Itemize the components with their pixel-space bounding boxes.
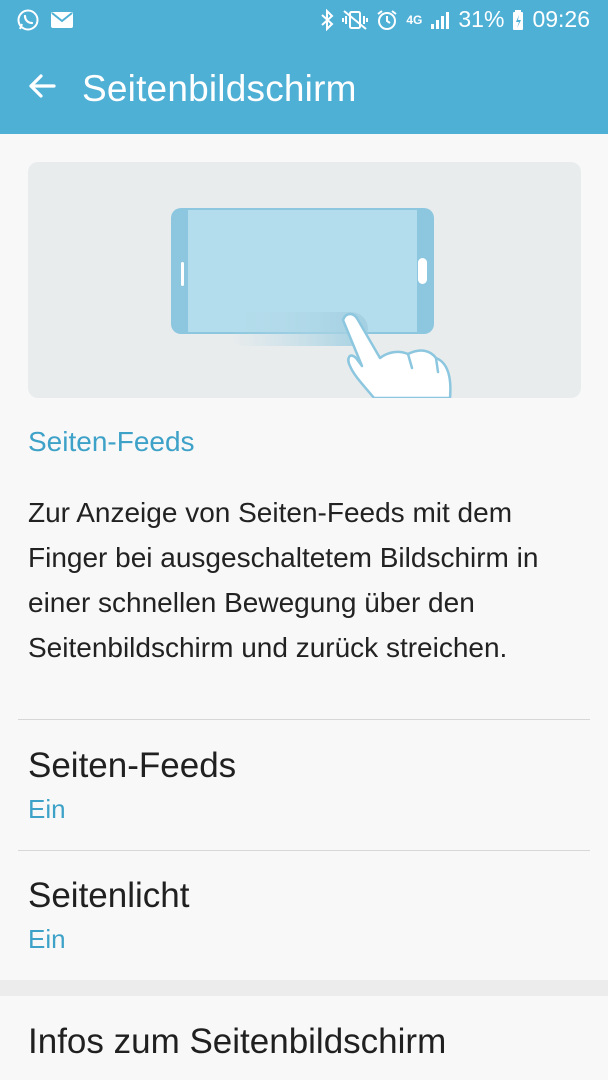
- setting-side-feeds[interactable]: Seiten-Feeds Ein: [0, 746, 608, 850]
- divider: [18, 850, 590, 851]
- signal-icon: [430, 10, 450, 30]
- battery-charging-icon: [512, 9, 524, 31]
- divider: [18, 719, 590, 720]
- setting-status: Ein: [28, 794, 66, 824]
- status-bar: 4G 31% 09:26: [0, 0, 608, 42]
- bluetooth-icon: [320, 8, 334, 31]
- whatsapp-icon: [16, 8, 40, 32]
- description-text: Zur Anzeige von Seiten-Feeds mit dem Fin…: [28, 497, 539, 663]
- group-separator: [0, 980, 608, 996]
- alarm-icon: [376, 9, 398, 31]
- about-edge-screen-item[interactable]: Infos zum Seitenbildschirm: [0, 996, 608, 1080]
- clock: 09:26: [532, 6, 590, 32]
- setting-status: Ein: [28, 924, 66, 954]
- edge-screen-illustration: [28, 162, 581, 398]
- arrow-left-icon: [27, 71, 57, 106]
- info-title: Infos zum Seitenbildschirm: [28, 1022, 447, 1061]
- system-icons: 4G 31% 09:26: [320, 6, 590, 33]
- battery-percent: 31%: [458, 6, 505, 32]
- section-header: Seiten-Feeds: [28, 426, 195, 457]
- page-title: Seitenbildschirm: [82, 68, 357, 109]
- 4g-icon: 4G: [406, 12, 423, 27]
- setting-title: Seiten-Feeds: [28, 746, 237, 785]
- mail-icon: [50, 10, 74, 30]
- setting-side-light[interactable]: Seitenlicht Ein: [0, 876, 608, 980]
- notification-icons: [16, 8, 74, 32]
- vibrate-mute-icon: [342, 9, 369, 31]
- back-button[interactable]: [18, 64, 66, 112]
- app-bar: Seitenbildschirm: [0, 42, 608, 134]
- setting-title: Seitenlicht: [28, 876, 190, 915]
